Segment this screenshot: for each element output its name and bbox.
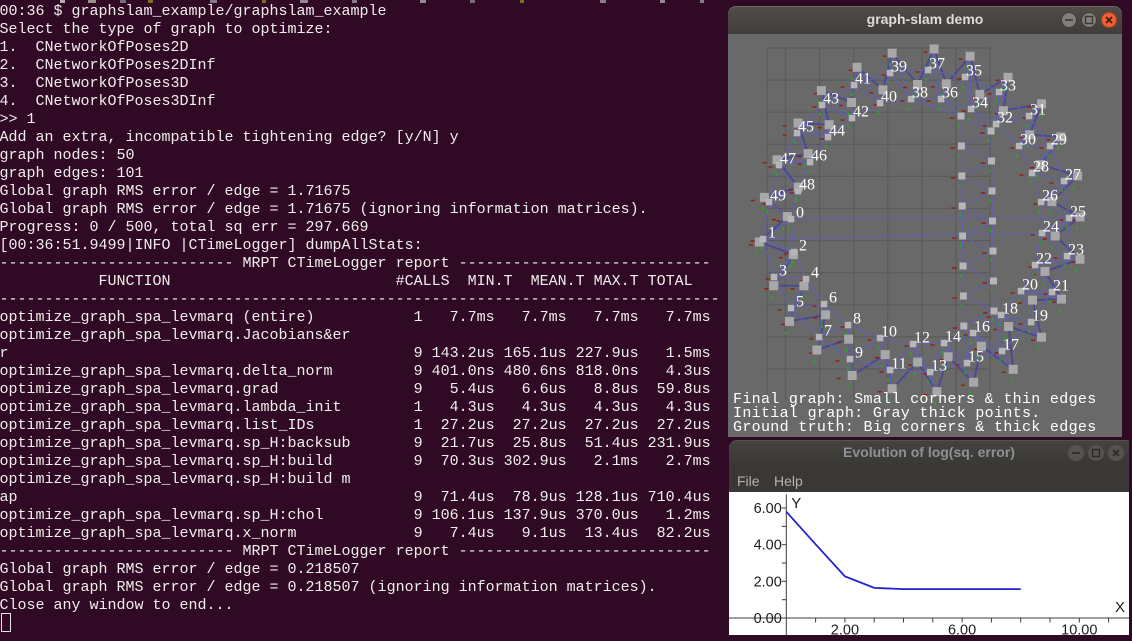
svg-text:27: 27	[1065, 167, 1081, 184]
svg-text:45: 45	[798, 119, 814, 136]
svg-text:6: 6	[829, 290, 837, 307]
svg-text:42: 42	[853, 104, 869, 121]
svg-text:19: 19	[1032, 308, 1048, 325]
svg-text:23: 23	[1068, 242, 1084, 259]
svg-text:48: 48	[799, 177, 815, 194]
svg-text:Y: Y	[791, 495, 801, 512]
svg-text:1: 1	[768, 225, 776, 242]
svg-text:37: 37	[929, 56, 945, 73]
svg-text:30: 30	[1020, 132, 1036, 149]
svg-text:44: 44	[829, 123, 845, 140]
svg-text:0: 0	[796, 205, 804, 222]
svg-text:9: 9	[855, 345, 863, 362]
svg-text:2.00: 2.00	[754, 574, 782, 590]
svg-text:32: 32	[997, 110, 1013, 127]
svg-text:40: 40	[881, 89, 897, 106]
svg-text:36: 36	[942, 85, 958, 102]
svg-text:5: 5	[796, 294, 804, 311]
svg-text:10: 10	[881, 324, 897, 341]
svg-text:22: 22	[1036, 251, 1052, 268]
svg-text:16: 16	[974, 319, 990, 336]
svg-text:18: 18	[1002, 301, 1018, 318]
svg-text:15: 15	[968, 349, 984, 366]
svg-text:10.00: 10.00	[1061, 623, 1097, 636]
svg-text:2.00: 2.00	[831, 623, 859, 636]
svg-text:41: 41	[855, 71, 871, 88]
svg-text:X: X	[1115, 599, 1125, 616]
svg-text:26: 26	[1042, 188, 1058, 205]
svg-text:38: 38	[912, 85, 928, 102]
svg-text:33: 33	[1000, 78, 1016, 95]
svg-text:4: 4	[811, 265, 819, 282]
svg-text:21: 21	[1053, 278, 1069, 295]
svg-text:24: 24	[1043, 219, 1059, 236]
svg-text:29: 29	[1051, 132, 1067, 149]
svg-text:4.00: 4.00	[754, 538, 782, 554]
svg-text:13: 13	[931, 358, 947, 375]
svg-text:47: 47	[780, 151, 796, 168]
svg-text:39: 39	[891, 59, 907, 76]
svg-text:34: 34	[972, 95, 988, 112]
svg-text:31: 31	[1030, 102, 1046, 119]
svg-text:3: 3	[779, 263, 787, 280]
svg-text:8: 8	[853, 311, 861, 328]
svg-text:11: 11	[891, 356, 906, 373]
svg-text:6.00: 6.00	[754, 501, 782, 517]
svg-text:43: 43	[823, 91, 839, 108]
svg-text:0.00: 0.00	[754, 611, 782, 627]
svg-text:7: 7	[824, 323, 832, 340]
svg-text:28: 28	[1033, 159, 1049, 176]
svg-text:2: 2	[799, 238, 807, 255]
svg-text:25: 25	[1070, 204, 1086, 221]
svg-text:20: 20	[1022, 277, 1038, 294]
svg-text:14: 14	[945, 329, 961, 346]
svg-text:49: 49	[770, 188, 786, 205]
svg-text:46: 46	[811, 148, 827, 165]
svg-text:35: 35	[966, 63, 982, 80]
svg-text:17: 17	[1003, 337, 1019, 354]
svg-text:12: 12	[914, 330, 930, 347]
svg-text:6.00: 6.00	[948, 623, 976, 636]
